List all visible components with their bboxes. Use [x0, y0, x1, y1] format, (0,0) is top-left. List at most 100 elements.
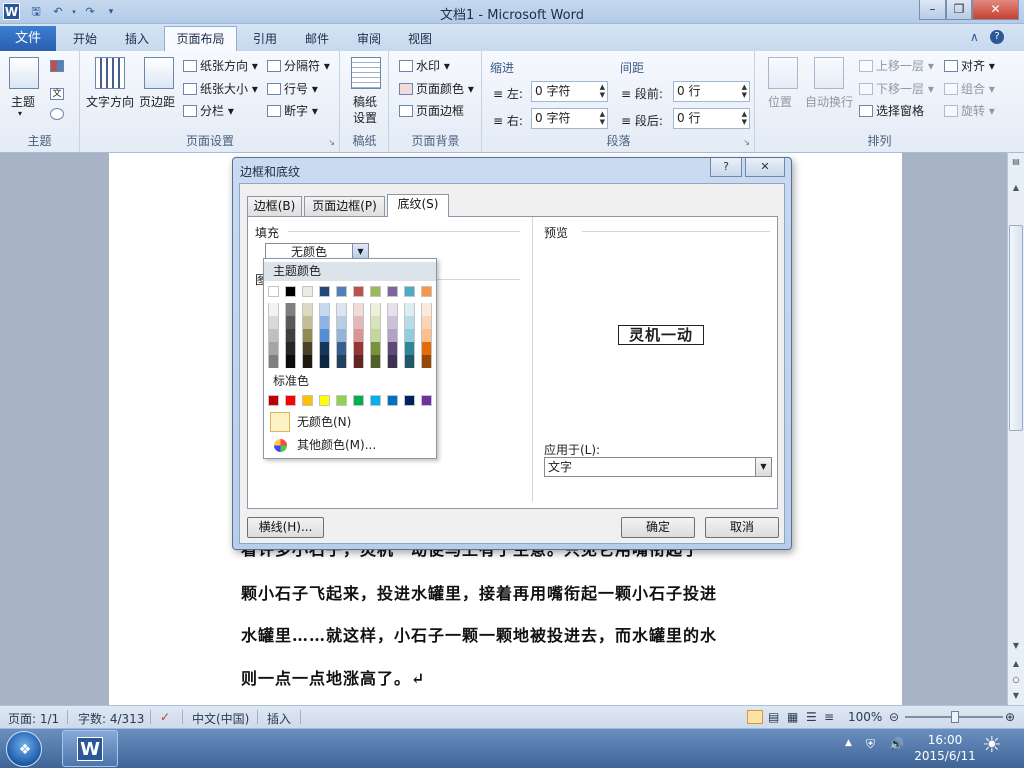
draft-setup-button-line2[interactable]: 设置 — [353, 109, 377, 126]
standard-color-swatch[interactable] — [404, 395, 415, 406]
tab-shading[interactable]: 底纹(S) — [387, 194, 449, 217]
word-count[interactable]: 字数: 4/313 — [78, 710, 144, 727]
theme-shade-swatch[interactable] — [370, 355, 381, 368]
theme-shade-swatch[interactable] — [319, 316, 330, 329]
theme-shade-swatch[interactable] — [387, 355, 398, 368]
draft-view-icon[interactable]: ≡ — [824, 710, 834, 724]
theme-shade-swatch[interactable] — [319, 342, 330, 355]
show-hidden-icons-icon[interactable]: ▲ — [845, 738, 852, 748]
breaks-button[interactable]: 分隔符 ▾ — [267, 57, 330, 74]
insert-mode-indicator[interactable]: 插入 — [267, 710, 291, 727]
minimize-button[interactable]: – — [919, 0, 946, 20]
close-window-button[interactable]: ✕ — [972, 0, 1019, 20]
theme-shade-swatch[interactable] — [387, 342, 398, 355]
vertical-scrollbar[interactable]: ▤ ▲ ▼ ▲ ○ ▼ — [1007, 153, 1024, 705]
standard-color-swatch[interactable] — [285, 395, 296, 406]
standard-color-swatch[interactable] — [336, 395, 347, 406]
standard-color-swatch[interactable] — [268, 395, 279, 406]
proofing-icon[interactable]: ✓ — [160, 710, 170, 724]
theme-shade-swatch[interactable] — [421, 355, 432, 368]
theme-shade-swatch[interactable] — [353, 316, 364, 329]
language-indicator[interactable]: 中文(中国) — [192, 710, 249, 727]
theme-shade-swatch[interactable] — [302, 355, 313, 368]
previous-page-icon[interactable]: ▲ — [1010, 659, 1022, 671]
start-button[interactable]: ❖ — [6, 731, 42, 767]
standard-color-swatch[interactable] — [370, 395, 381, 406]
document-line-3[interactable]: 水罐里……就这样，小石子一颗一颗地被投进去，而水罐里的水 — [241, 622, 717, 646]
theme-shade-swatch[interactable] — [268, 342, 279, 355]
theme-color-swatch[interactable] — [421, 286, 432, 297]
ruler-toggle-icon[interactable]: ▤ — [1010, 157, 1022, 169]
theme-shade-swatch[interactable] — [421, 316, 432, 329]
position-icon[interactable] — [768, 57, 798, 89]
text-direction-icon[interactable] — [95, 57, 125, 89]
next-page-icon[interactable]: ▼ — [1010, 691, 1022, 703]
wrap-text-button[interactable]: 自动换行 — [805, 93, 853, 110]
tab-page-layout[interactable]: 页面布局 — [164, 26, 237, 52]
outline-view-icon[interactable]: ☰ — [806, 710, 817, 724]
clock[interactable]: 16:00 2015/6/11 — [912, 732, 978, 764]
theme-shade-swatch[interactable] — [353, 342, 364, 355]
theme-shade-swatch[interactable] — [302, 303, 313, 316]
help-icon[interactable]: ? — [990, 30, 1004, 44]
theme-shade-swatch[interactable] — [268, 316, 279, 329]
restore-button[interactable]: ❐ — [946, 0, 972, 20]
themes-button[interactable]: 主题 — [11, 93, 35, 110]
theme-shade-swatch[interactable] — [285, 342, 296, 355]
theme-shade-swatch[interactable] — [319, 329, 330, 342]
draft-paper-icon[interactable] — [351, 57, 381, 89]
theme-shade-swatch[interactable] — [285, 303, 296, 316]
web-layout-view-icon[interactable]: ▦ — [787, 710, 798, 724]
page-borders-button[interactable]: 页面边框 — [399, 102, 464, 119]
horizontal-line-button[interactable]: 横线(H)... — [247, 517, 324, 538]
theme-color-swatch[interactable] — [319, 286, 330, 297]
orientation-button[interactable]: 纸张方向 ▾ — [183, 57, 258, 74]
theme-color-swatch[interactable] — [387, 286, 398, 297]
hyphenation-button[interactable]: 断字 ▾ — [267, 102, 318, 119]
print-layout-view-icon[interactable] — [747, 710, 763, 724]
theme-shade-swatch[interactable] — [302, 316, 313, 329]
zoom-level[interactable]: 100% — [848, 710, 882, 724]
standard-color-swatch[interactable] — [353, 395, 364, 406]
watermark-button[interactable]: 水印 ▾ — [399, 57, 450, 74]
rotate-button[interactable]: 旋转 ▾ — [944, 102, 995, 119]
indent-left-input[interactable]: 0 字符 ▲ ▼ — [531, 81, 608, 102]
full-screen-reading-view-icon[interactable]: ▤ — [768, 710, 779, 724]
themes-dropdown-icon[interactable]: ▾ — [18, 109, 22, 118]
theme-shade-swatch[interactable] — [404, 355, 415, 368]
wrap-text-icon[interactable] — [814, 57, 844, 89]
theme-shade-swatch[interactable] — [353, 329, 364, 342]
spacing-after-input[interactable]: 0 行 ▲ ▼ — [673, 108, 750, 129]
theme-shade-swatch[interactable] — [370, 342, 381, 355]
taskbar-word-button[interactable]: W — [62, 730, 118, 767]
theme-shade-swatch[interactable] — [404, 329, 415, 342]
theme-shade-swatch[interactable] — [319, 303, 330, 316]
browse-object-icon[interactable]: ○ — [1010, 675, 1022, 687]
standard-color-swatch[interactable] — [302, 395, 313, 406]
zoom-out-icon[interactable]: ⊝ — [889, 710, 899, 724]
theme-effects-icon[interactable] — [50, 107, 67, 121]
paragraph-launcher-icon[interactable]: ↘ — [743, 138, 750, 147]
tab-borders[interactable]: 边框(B) — [247, 196, 302, 216]
selection-pane-button[interactable]: 选择窗格 — [859, 102, 924, 119]
bring-forward-button[interactable]: 上移一层 ▾ — [859, 57, 934, 74]
theme-shade-swatch[interactable] — [404, 342, 415, 355]
standard-color-swatch[interactable] — [319, 395, 330, 406]
theme-colors-icon[interactable] — [50, 59, 67, 73]
margins-icon[interactable] — [144, 57, 174, 89]
theme-shade-swatch[interactable] — [268, 303, 279, 316]
theme-shade-swatch[interactable] — [302, 342, 313, 355]
page-color-button[interactable]: 页面颜色 ▾ — [399, 80, 474, 97]
document-line-2[interactable]: 颗小石子飞起来，投进水罐里，接着再用嘴衔起一颗小石子投进 — [241, 580, 717, 604]
theme-shade-swatch[interactable] — [268, 329, 279, 342]
tab-insert[interactable]: 插入 — [116, 28, 158, 51]
theme-color-swatch[interactable] — [302, 286, 313, 297]
theme-shade-swatch[interactable] — [370, 329, 381, 342]
no-color-option[interactable]: 无颜色(N) — [268, 411, 432, 433]
align-button[interactable]: 对齐 ▾ — [944, 57, 995, 74]
theme-shade-swatch[interactable] — [370, 316, 381, 329]
tab-mailings[interactable]: 邮件 — [297, 28, 337, 51]
theme-color-swatch[interactable] — [285, 286, 296, 297]
theme-shade-swatch[interactable] — [319, 355, 330, 368]
size-button[interactable]: 纸张大小 ▾ — [183, 80, 258, 97]
